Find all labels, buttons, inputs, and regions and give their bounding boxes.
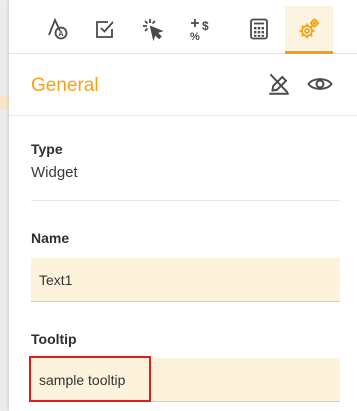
background-strip: [0, 0, 9, 411]
svg-text:%: %: [190, 31, 200, 41]
type-label: Type: [31, 141, 63, 157]
section-header: General: [9, 54, 357, 116]
svg-text:A: A: [58, 29, 64, 38]
tab-formatting[interactable]: % $: [177, 6, 225, 52]
tab-actions[interactable]: [129, 6, 177, 52]
divider: [31, 200, 340, 201]
no-edit-icon[interactable]: [266, 71, 292, 97]
tab-bar: A % $: [9, 0, 357, 54]
checkbox-icon: [96, 21, 114, 38]
tab-settings[interactable]: [285, 6, 333, 54]
name-field[interactable]: Text1: [31, 258, 340, 302]
click-cursor-icon: [143, 19, 164, 41]
eye-icon[interactable]: [307, 71, 333, 97]
calculator-icon: [250, 18, 268, 40]
background-marker: [0, 96, 9, 110]
svg-text:$: $: [202, 19, 209, 33]
type-value: Widget: [31, 164, 78, 181]
tooltip-label: Tooltip: [31, 331, 77, 347]
tab-calculations[interactable]: [235, 6, 283, 52]
text-format-icon: A: [48, 17, 68, 40]
tab-validation[interactable]: [81, 6, 129, 52]
properties-panel: A % $ General Type Widget Name Text1 Too…: [9, 0, 357, 411]
gears-icon: [299, 18, 319, 38]
name-label: Name: [31, 230, 70, 246]
percent-dollar-icon: % $: [190, 19, 209, 41]
section-title: General: [31, 75, 99, 96]
tooltip-field[interactable]: sample tooltip: [31, 358, 340, 402]
tab-text-styles[interactable]: A: [33, 6, 81, 52]
